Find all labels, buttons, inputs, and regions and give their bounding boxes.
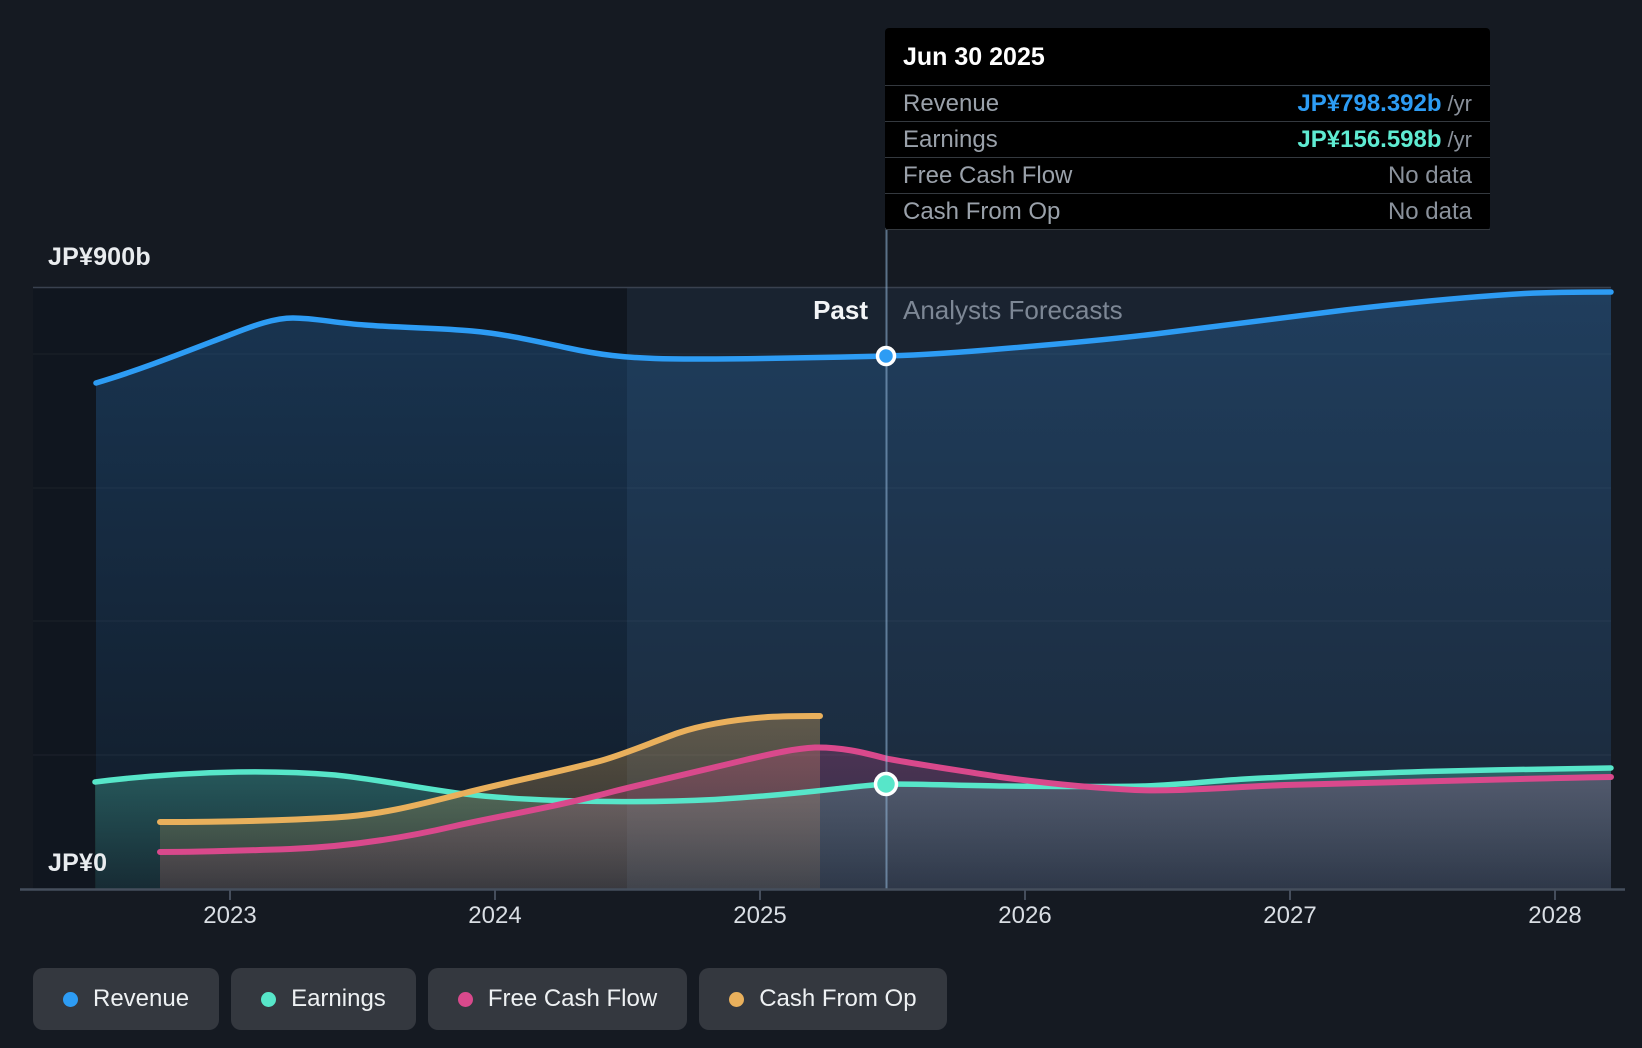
tooltip-revenue-value: JP¥798.392b: [1297, 89, 1442, 117]
tooltip-row-revenue: Revenue JP¥798.392b /yr: [885, 85, 1490, 121]
tooltip-date: Jun 30 2025: [903, 43, 1045, 71]
past-section-label: Past: [813, 295, 868, 325]
tooltip-earnings-unit: /yr: [1447, 126, 1472, 152]
cash-from-op-dot-icon: [729, 991, 745, 1007]
tooltip-cashop-label: Cash From Op: [903, 197, 1061, 225]
x-tick-2024: 2024: [468, 902, 522, 929]
tooltip-earnings-value: JP¥156.598b: [1297, 125, 1442, 153]
stock-forecast-chart-page: { "y_axis": { "top_label": "JP¥900b", "b…: [0, 0, 1642, 1048]
x-tick-2027: 2027: [1263, 902, 1317, 929]
legend-item-earnings[interactable]: Earnings: [231, 968, 416, 1030]
tooltip-row-earnings: Earnings JP¥156.598b /yr: [885, 121, 1490, 157]
legend-earnings-label: Earnings: [291, 985, 386, 1012]
tooltip-earnings-label: Earnings: [903, 125, 998, 153]
free-cash-flow-dot-icon: [457, 991, 473, 1007]
x-tick-2025: 2025: [733, 902, 787, 929]
legend-fcf-label: Free Cash Flow: [487, 985, 658, 1012]
analysts-forecasts-section-label: Analysts Forecasts: [903, 295, 1123, 325]
x-tick-2023: 2023: [203, 902, 257, 929]
legend-cashop-label: Cash From Op: [759, 985, 917, 1012]
x-axis: [20, 888, 1625, 900]
legend-item-free-cash-flow[interactable]: Free Cash Flow: [427, 968, 688, 1030]
tooltip-row-cash-from-op: Cash From Op No data: [885, 193, 1490, 230]
tooltip-row-free-cash-flow: Free Cash Flow No data: [885, 157, 1490, 193]
tooltip-fcf-value: No data: [1387, 161, 1472, 189]
chart-legend: Revenue Earnings Free Cash Flow Cash Fro…: [33, 968, 947, 1030]
chart-tooltip: Jun 30 2025 Revenue JP¥798.392b /yr Earn…: [885, 28, 1490, 230]
legend-item-revenue[interactable]: Revenue: [33, 968, 220, 1030]
legend-item-cash-from-op[interactable]: Cash From Op: [699, 968, 947, 1030]
revenue-dot-icon: [63, 991, 78, 1007]
y-axis-zero-label: JP¥0: [48, 849, 108, 877]
earnings-dot-icon: [261, 991, 277, 1007]
tooltip-cashop-value: No data: [1387, 197, 1472, 225]
tooltip-revenue-unit: /yr: [1447, 90, 1472, 116]
revenue-hover-dot[interactable]: [875, 345, 897, 367]
y-axis-max-label: JP¥900b: [48, 243, 151, 271]
x-tick-2026: 2026: [998, 902, 1052, 929]
tooltip-fcf-label: Free Cash Flow: [903, 161, 1073, 189]
legend-revenue-label: Revenue: [93, 985, 190, 1012]
x-tick-2028: 2028: [1528, 902, 1582, 929]
earnings-hover-dot[interactable]: [873, 771, 899, 797]
tooltip-revenue-label: Revenue: [903, 89, 1000, 117]
